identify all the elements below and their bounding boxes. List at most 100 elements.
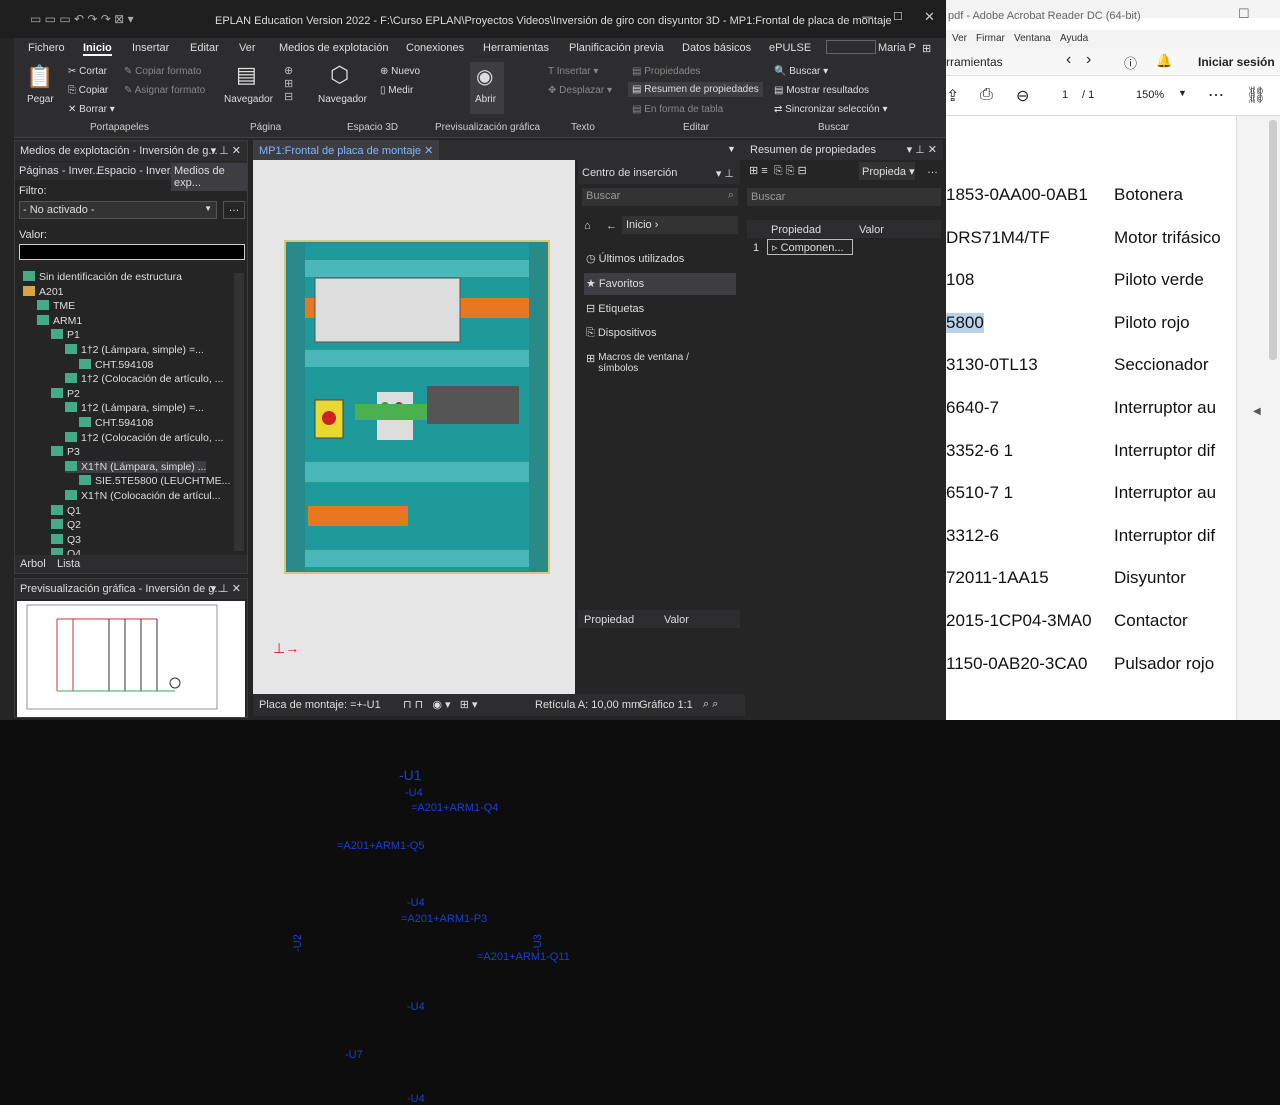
insertion-item[interactable]: ⊟ Etiquetas: [584, 298, 736, 320]
menu-firmar[interactable]: Firmar: [976, 33, 1005, 44]
signin-button[interactable]: Iniciar sesión: [1198, 55, 1275, 69]
pegar-button[interactable]: Pegar: [27, 94, 54, 105]
restore-icon[interactable]: ☐: [893, 10, 903, 23]
valor-input[interactable]: [19, 244, 245, 260]
tree-node[interactable]: Sin identificación de estructura: [23, 271, 182, 283]
chevron-left-icon[interactable]: ‹: [1066, 51, 1071, 69]
scrollbar[interactable]: [1269, 120, 1277, 360]
tree-node[interactable]: ARM1: [37, 314, 82, 327]
tab-datos-basicos[interactable]: Datos básicos: [682, 42, 751, 54]
quick-access-icons[interactable]: ▭ ▭ ▭ ↶ ↷ ↷ ⊠ ▾: [30, 12, 134, 26]
desplazar-button[interactable]: ✥ Desplazar ▾: [548, 85, 612, 96]
tree-node[interactable]: CHT.594108: [79, 417, 153, 429]
home-icon[interactable]: ⌂: [584, 220, 591, 232]
properties-row-cell[interactable]: ▹ Componen...: [767, 239, 853, 255]
tree-node[interactable]: CHT.594108: [79, 358, 153, 371]
tree-node[interactable]: X1†N (Lámpara, simple) ...: [65, 460, 207, 473]
insertar-text-button[interactable]: T Insertar ▾: [548, 66, 598, 77]
help-icon[interactable]: ⓘ: [1124, 53, 1137, 72]
medir-button[interactable]: ▯ Medir: [380, 85, 413, 96]
tree-node[interactable]: Q3: [51, 533, 81, 546]
bell-icon[interactable]: 🔔: [1156, 53, 1172, 69]
tree-node[interactable]: Q1: [51, 504, 81, 517]
tree-node[interactable]: X1†N (Colocación de artícul...: [65, 490, 220, 502]
insertion-item[interactable]: ⎘ Dispositivos: [584, 323, 736, 345]
tab-ver[interactable]: Ver: [239, 42, 256, 54]
tab-mp1[interactable]: MP1:Frontal de placa de montaje ✕: [253, 140, 440, 160]
tree-node[interactable]: A201: [23, 285, 64, 298]
insertion-item[interactable]: ⊞ Macros de ventana / símbolos: [584, 348, 736, 374]
tree-node[interactable]: 1†2 (Lámpara, simple) =...: [65, 402, 204, 414]
navegador-3d-button[interactable]: Navegador: [318, 94, 367, 105]
zoom-icons[interactable]: ⌕ ⌕: [703, 698, 718, 711]
tab-inicio[interactable]: Inicio: [83, 42, 112, 56]
resumen-propiedades-button[interactable]: ▤ Resumen de propiedades: [628, 82, 763, 97]
tree-scrollbar[interactable]: [234, 273, 244, 551]
filtro-select[interactable]: - No activado - ▼: [19, 201, 217, 219]
tab-conexiones[interactable]: Conexiones: [406, 42, 464, 54]
tree-node[interactable]: 1†2 (Lámpara, simple) =...: [65, 344, 204, 356]
subtab-espacio[interactable]: Espacio - Inver...: [97, 165, 179, 177]
link-icon[interactable]: ⛓: [1246, 85, 1266, 105]
menu-ventana[interactable]: Ventana: [1014, 33, 1051, 44]
abrir-button[interactable]: ◉ Abrir: [470, 62, 504, 114]
tree-node[interactable]: P3: [51, 446, 80, 458]
buscar-button[interactable]: 🔍 Buscar ▾: [774, 66, 828, 77]
mounting-plate-canvas[interactable]: -U1 -U4 =A201+ARM1-Q4 =A201+ARM1-Q5 -U4 =A201…: [253, 160, 575, 1105]
tree-node[interactable]: Q2: [51, 519, 81, 531]
chevron-right-icon[interactable]: ›: [1086, 51, 1091, 69]
more-icon[interactable]: …: [927, 164, 938, 176]
page-number[interactable]: 1: [1062, 89, 1068, 101]
tab-planificacion[interactable]: Planificación previa: [569, 42, 664, 54]
borrar-button[interactable]: ✕ Borrar ▾: [68, 104, 115, 115]
tab-editar[interactable]: Editar: [190, 42, 219, 54]
tab-herramientas[interactable]: rramientas: [946, 55, 1003, 69]
maximize-icon[interactable]: ☐: [1238, 6, 1250, 22]
cube-icon[interactable]: ⬡: [330, 62, 349, 88]
preview-close-icon[interactable]: ▾ ⊥ ✕: [211, 582, 241, 595]
tab-herramientas[interactable]: Herramientas: [483, 42, 549, 54]
back-icon[interactable]: ←: [606, 220, 617, 232]
filtro-more-button[interactable]: …: [223, 201, 245, 219]
toolbar-icons[interactable]: ⊞ ≡ ⎘ ⎘ ⊟: [749, 164, 807, 178]
properties-close-icon[interactable]: ▾ ⊥ ✕: [907, 143, 937, 156]
insertion-search[interactable]: Buscar ⌕: [582, 188, 738, 206]
subtab-medios[interactable]: Medios de exp...: [171, 163, 247, 191]
insertion-close-icon[interactable]: ▾ ⊥: [716, 167, 734, 180]
tab-medios[interactable]: Medios de explotación: [279, 42, 388, 54]
tree-node[interactable]: 1†2 (Colocación de artículo, ...: [65, 431, 223, 444]
layout-icon[interactable]: ⊞: [922, 42, 931, 55]
properties-search[interactable]: Buscar: [747, 188, 941, 206]
tree-node[interactable]: SIE.5TE5800 (LEUCHTME...: [79, 475, 230, 487]
upload-icon[interactable]: ⇪: [946, 86, 959, 106]
paste-icon[interactable]: 📋: [26, 64, 53, 90]
navegador-page-icon[interactable]: ▤: [236, 62, 257, 88]
snap-icons[interactable]: ⊓ ⊓ ◉ ▾ ⊞ ▾: [403, 698, 478, 711]
minimize-icon[interactable]: —: [862, 11, 873, 23]
tree-node[interactable]: TME: [37, 300, 75, 312]
asignar-formato-button[interactable]: ✎ Asignar formato: [124, 85, 205, 96]
copiar-button[interactable]: ⎘ Copiar: [68, 85, 108, 96]
tree-node[interactable]: P2: [51, 387, 80, 400]
zoom-select[interactable]: 150%: [1136, 89, 1164, 101]
tree-node[interactable]: P1: [51, 329, 80, 341]
cortar-button[interactable]: ✂ Cortar: [68, 66, 107, 77]
mostrar-resultados-button[interactable]: ▤ Mostrar resultados: [774, 85, 869, 96]
panel-close-icon[interactable]: ▾ ⊥ ✕: [211, 144, 241, 157]
tab-fichero[interactable]: Fichero: [28, 42, 65, 54]
breadcrumb[interactable]: Inicio ›: [622, 216, 738, 234]
close-icon[interactable]: ✕: [924, 9, 935, 25]
more-icon[interactable]: ⋯: [1208, 85, 1224, 105]
navegador-page-button[interactable]: Navegador: [224, 94, 273, 105]
propiedades-button[interactable]: ▤ Propiedades: [632, 66, 700, 77]
insertion-item[interactable]: ★ Favoritos: [584, 273, 736, 295]
forma-tabla-button[interactable]: ▤ En forma de tabla: [632, 104, 723, 115]
insertion-item[interactable]: ◷ Últimos utilizados: [584, 248, 736, 270]
chevron-down-icon[interactable]: ▼: [1178, 88, 1187, 98]
menu-ver[interactable]: Ver: [952, 33, 967, 44]
print-icon[interactable]: ⎙: [980, 86, 993, 104]
zoom-out-icon[interactable]: ⊖: [1016, 86, 1029, 106]
properties-combo[interactable]: Propieda ▾: [859, 162, 915, 180]
menu-ayuda[interactable]: Ayuda: [1060, 33, 1088, 44]
nuevo-button[interactable]: ⊕ Nuevo: [380, 66, 420, 77]
